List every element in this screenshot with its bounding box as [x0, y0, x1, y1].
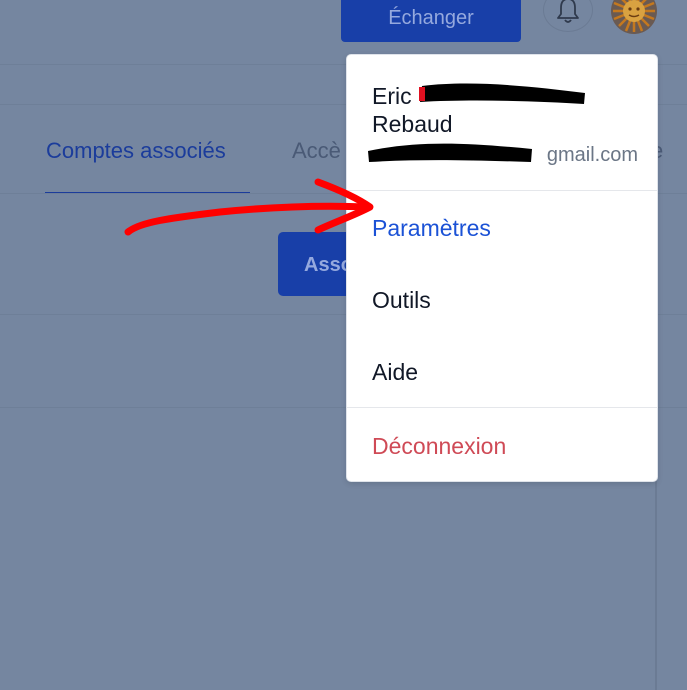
- user-first-name: Eric: [372, 83, 412, 109]
- exchange-button-label: Échanger: [388, 6, 474, 29]
- menu-divider: [347, 407, 657, 408]
- menu-item-help[interactable]: Aide: [372, 359, 418, 386]
- menu-item-settings[interactable]: Paramètres: [372, 215, 491, 242]
- avatar[interactable]: [611, 0, 657, 34]
- user-email: gmail.com: [546, 144, 638, 166]
- tab-access[interactable]: Accè: [292, 138, 341, 164]
- notifications-button[interactable]: [543, 0, 593, 32]
- panel-edge: [655, 480, 657, 690]
- user-dropdown-menu: Eric Rebaud gmail.com Paramètres Outils …: [346, 54, 658, 482]
- menu-item-logout[interactable]: Déconnexion: [372, 433, 506, 460]
- menu-divider: [347, 190, 657, 191]
- bell-icon: [557, 0, 579, 23]
- user-last-name: Rebaud: [372, 111, 453, 137]
- avatar-image: [611, 0, 657, 34]
- menu-item-tools[interactable]: Outils: [372, 287, 431, 314]
- tab-linked-accounts[interactable]: Comptes associés: [46, 138, 226, 164]
- exchange-button[interactable]: Échanger: [341, 0, 521, 42]
